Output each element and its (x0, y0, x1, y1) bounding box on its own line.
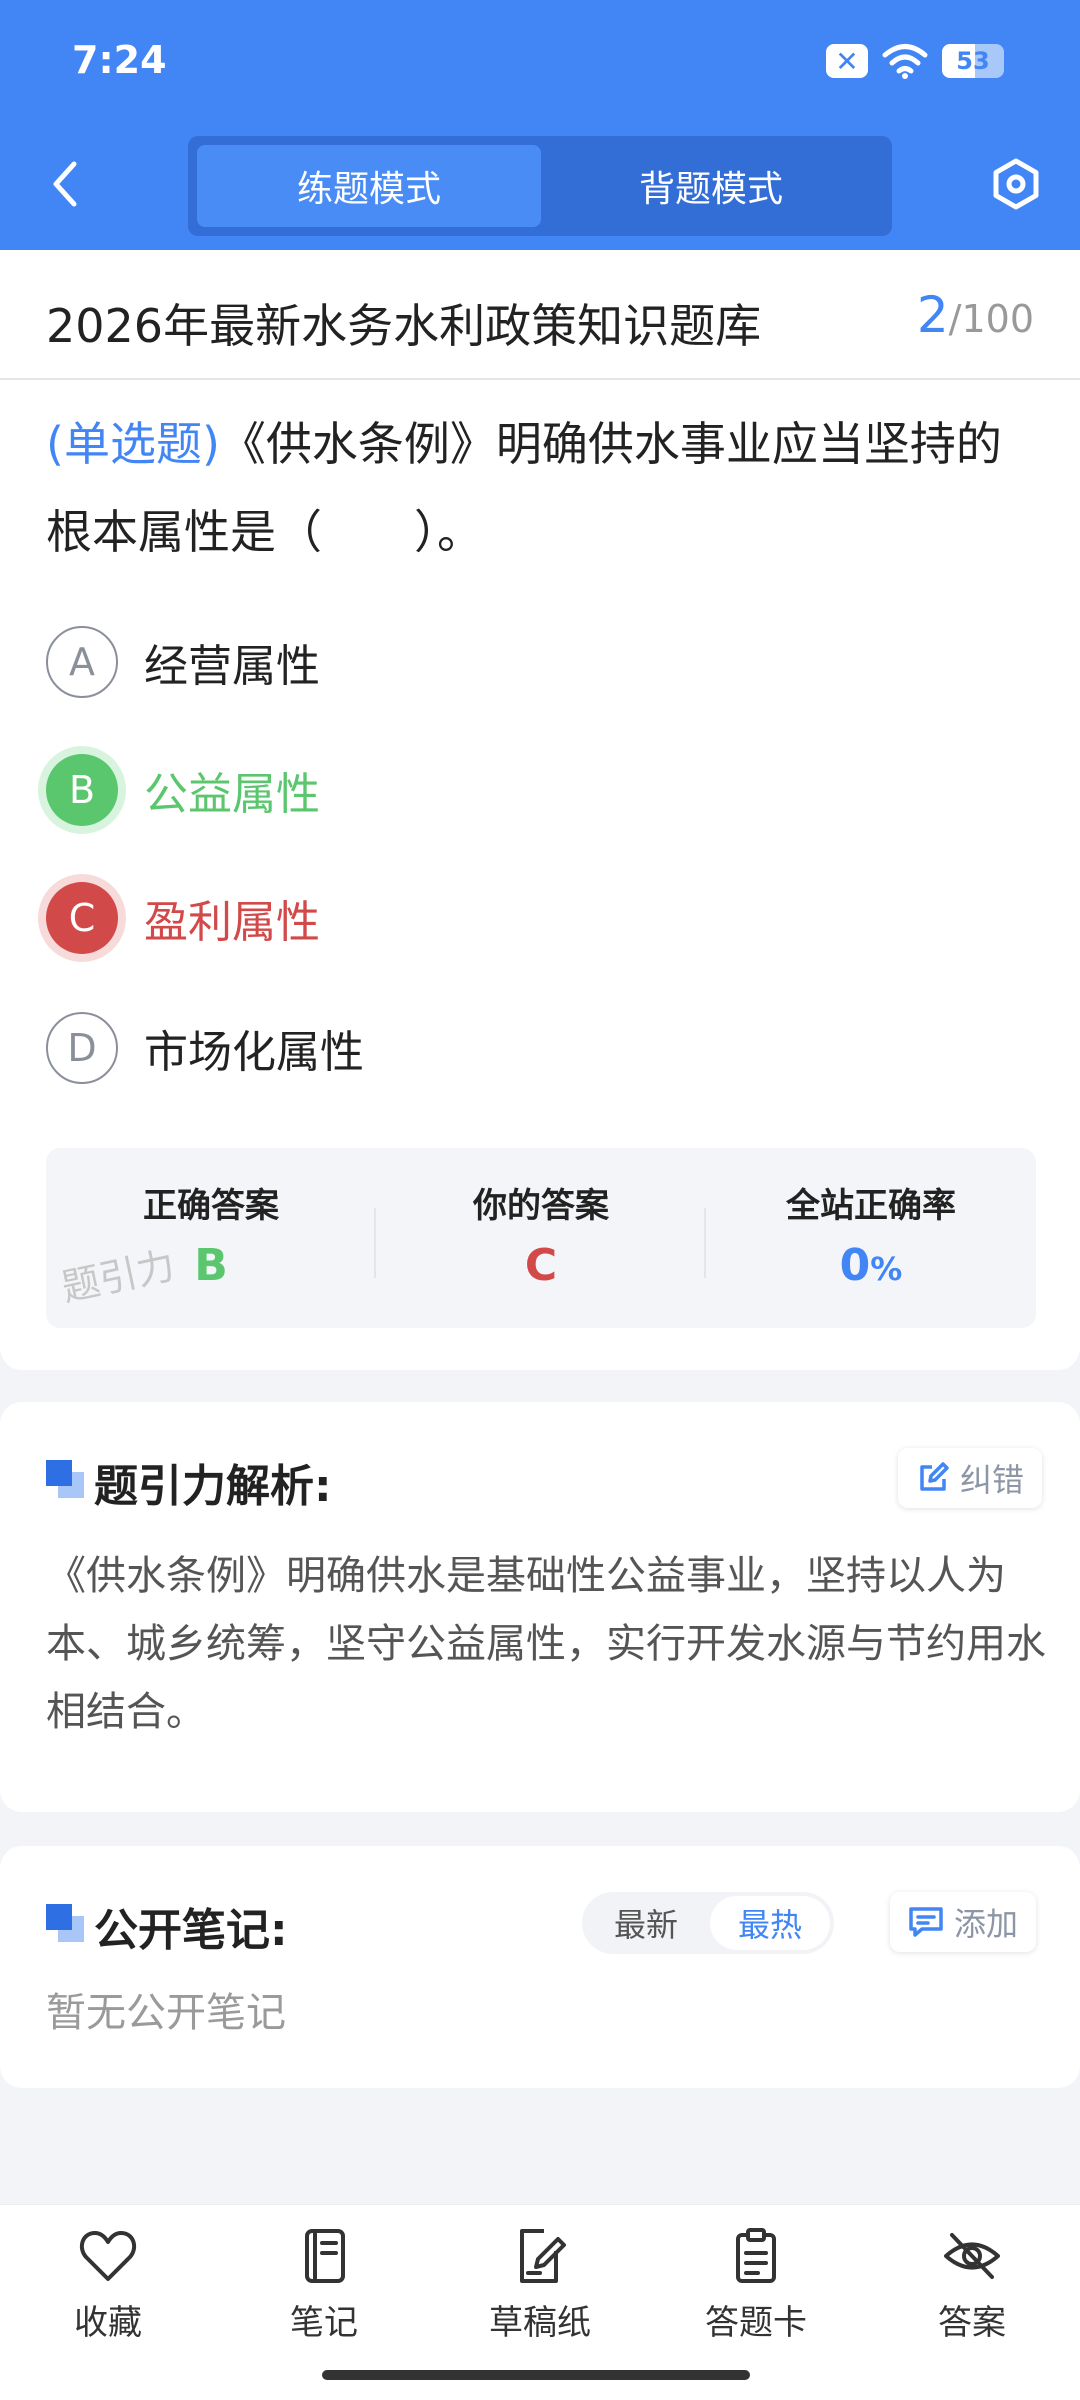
edit-icon (920, 1462, 949, 1491)
heart-icon (79, 2231, 137, 2281)
eye-off-icon (944, 2233, 1000, 2279)
option-letter: C (46, 882, 118, 954)
nav-draft-paper[interactable]: 草稿纸 (460, 2227, 620, 2357)
analysis-text: 《供水条例》明确供水是基础性公益事业，坚持以人为本、城乡统筹，坚守公益属性，实行… (46, 1553, 1046, 1735)
section-squares-icon (46, 1904, 84, 1942)
nav-label: 笔记 (290, 2303, 358, 2343)
option-a[interactable]: A 经营属性 (46, 624, 320, 700)
notes-card (0, 1846, 1080, 2088)
question-progress: 2/100 (917, 286, 1034, 344)
battery-level: 53 (956, 47, 990, 75)
total-questions: /100 (948, 297, 1034, 341)
analysis-title: 题引力解析: (94, 1461, 332, 1512)
nav-label: 收藏 (74, 2303, 142, 2343)
sort-latest[interactable]: 最新 (586, 1896, 706, 1950)
sort-hottest[interactable]: 最热 (710, 1896, 830, 1950)
answer-summary: 正确答案 B 你的答案 C 全站正确率 0% (46, 1148, 1036, 1328)
report-error-label: 纠错 (960, 1461, 1025, 1499)
nav-answer-sheet[interactable]: 答题卡 (676, 2227, 836, 2357)
answer-sheet-icon (736, 2228, 776, 2283)
battery-icon: 53 (942, 44, 1004, 78)
option-b[interactable]: B 公益属性 (46, 752, 320, 828)
your-answer-label: 你的答案 (473, 1186, 609, 1226)
add-note-button[interactable]: 添加 (890, 1892, 1037, 1952)
wifi-icon (882, 44, 928, 79)
nav-label: 答题卡 (705, 2303, 807, 2343)
accuracy-col: 全站正确率 0% (706, 1148, 1036, 1328)
back-button[interactable] (40, 156, 90, 212)
nav-favorite[interactable]: 收藏 (28, 2227, 188, 2357)
status-icons: ✕ 53 (826, 42, 1004, 80)
accuracy-number: 0 (839, 1240, 871, 1291)
nav-answer-toggle[interactable]: 答案 (892, 2227, 1052, 2357)
add-note-label: 添加 (954, 1905, 1019, 1943)
gear-icon (993, 158, 1039, 210)
draft-paper-icon (520, 2229, 566, 2283)
correct-answer-label: 正确答案 (143, 1186, 279, 1226)
section-squares-icon (46, 1460, 84, 1498)
accuracy-unit: % (870, 1250, 903, 1288)
home-indicator[interactable] (322, 2370, 750, 2380)
question-type: (单选题) (46, 417, 220, 471)
question-bank-title: 2026年最新水务水利政策知识题库 (46, 299, 762, 353)
tab-memorize-mode[interactable]: 背题模式 (539, 145, 883, 227)
option-text: 公益属性 (144, 769, 320, 820)
settings-button[interactable] (988, 156, 1044, 212)
question-stem: (单选题)《供水条例》明确供水事业应当坚持的根本属性是（ ）。 (46, 400, 1046, 576)
nav-label: 草稿纸 (489, 2303, 591, 2343)
chevron-left-icon (53, 161, 77, 207)
option-text: 经营属性 (144, 641, 320, 692)
current-question-number: 2 (916, 286, 949, 344)
option-text: 市场化属性 (144, 1027, 364, 1078)
mode-switch: 练题模式 背题模式 (188, 136, 892, 236)
option-letter: A (46, 626, 118, 698)
report-error-button[interactable]: 纠错 (898, 1448, 1043, 1508)
status-time: 7:24 (72, 38, 167, 82)
option-d[interactable]: D 市场化属性 (46, 1010, 364, 1086)
comment-icon (909, 1907, 943, 1937)
option-letter: D (46, 1012, 118, 1084)
notes-title: 公开笔记: (94, 1905, 288, 1956)
nav-notes[interactable]: 笔记 (244, 2227, 404, 2357)
your-answer-value: C (524, 1240, 558, 1291)
your-answer-col: 你的答案 C (376, 1148, 706, 1328)
accuracy-value: 0% (706, 1240, 1036, 1291)
nav-label: 答案 (938, 2303, 1006, 2343)
option-letter: B (46, 754, 118, 826)
divider (0, 378, 1080, 380)
no-sim-icon: ✕ (826, 44, 868, 78)
notebook-icon (305, 2229, 345, 2283)
option-c[interactable]: C 盈利属性 (46, 880, 320, 956)
accuracy-label: 全站正确率 (786, 1186, 956, 1226)
empty-notes-text: 暂无公开笔记 (46, 1990, 286, 2036)
option-text: 盈利属性 (144, 897, 320, 948)
notes-sort-toggle: 最新 最热 (582, 1892, 834, 1954)
tab-practice-mode[interactable]: 练题模式 (197, 145, 541, 227)
